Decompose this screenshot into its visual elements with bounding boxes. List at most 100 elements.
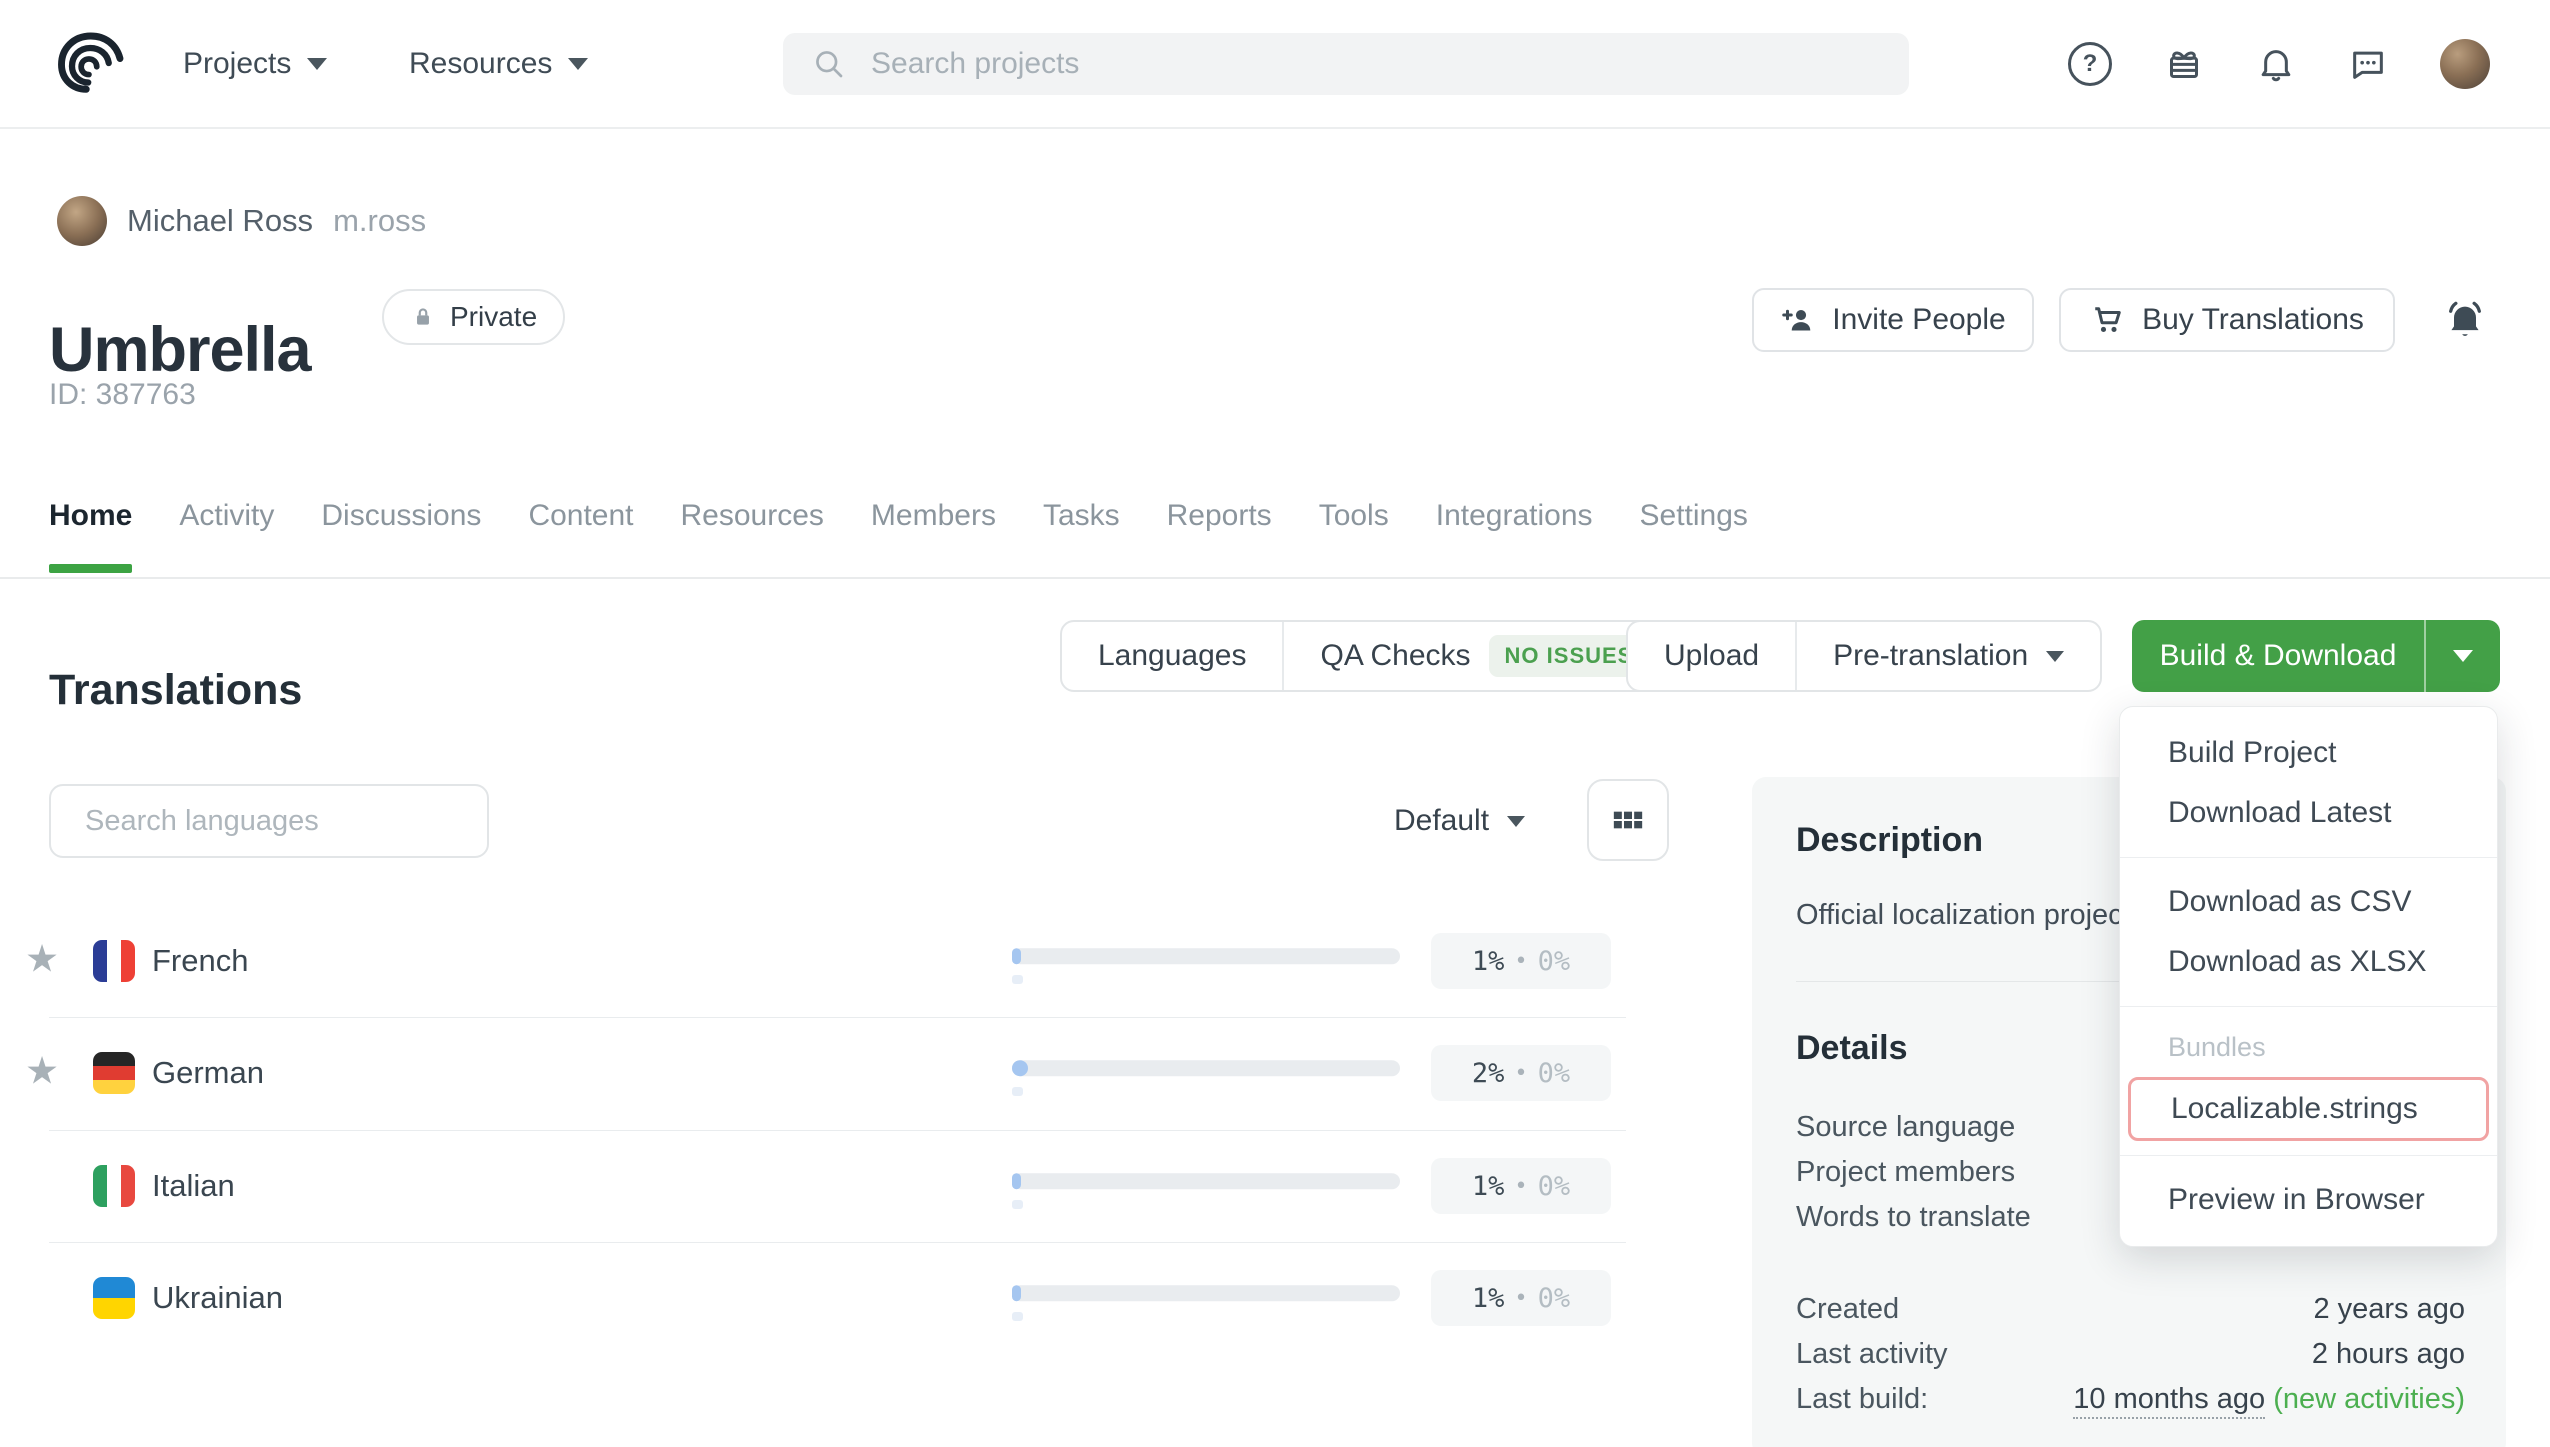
nav-resources-menu[interactable]: Resources bbox=[409, 0, 588, 127]
tab-content[interactable]: Content bbox=[528, 499, 633, 573]
nav-resources-label: Resources bbox=[409, 47, 552, 81]
tabs-divider bbox=[0, 577, 2550, 579]
menu-item-localizable-strings[interactable]: Localizable.strings bbox=[2131, 1080, 2486, 1138]
language-name[interactable]: Ukrainian bbox=[152, 1280, 283, 1316]
french-flag-icon bbox=[93, 940, 135, 982]
meta-label-created: Created bbox=[1796, 1293, 1899, 1326]
nav-icon-bar: ? bbox=[2068, 0, 2490, 127]
tab-members[interactable]: Members bbox=[871, 499, 996, 573]
tab-home[interactable]: Home bbox=[49, 499, 132, 573]
chevron-down-icon bbox=[2046, 651, 2064, 662]
search-input[interactable] bbox=[869, 46, 1773, 82]
gift-icon[interactable] bbox=[2164, 44, 2204, 84]
ukrainian-flag-icon bbox=[93, 1277, 135, 1319]
brand-logo-icon[interactable] bbox=[54, 27, 126, 99]
meta-value-created: 2 years ago bbox=[2313, 1293, 2465, 1326]
upload-button[interactable]: Upload bbox=[1628, 622, 1795, 690]
help-icon[interactable]: ? bbox=[2068, 42, 2112, 86]
language-search-input[interactable] bbox=[49, 784, 489, 858]
project-owner[interactable]: Michael Ross m.ross bbox=[57, 196, 426, 246]
detail-label-source-language: Source language bbox=[1796, 1111, 2015, 1144]
meta-value-last-activity: 2 hours ago bbox=[2312, 1338, 2465, 1371]
progress-badge: 1% • 0% bbox=[1431, 1158, 1611, 1214]
chevron-down-icon bbox=[2453, 650, 2473, 662]
tab-activity[interactable]: Activity bbox=[179, 499, 274, 573]
tab-reports[interactable]: Reports bbox=[1167, 499, 1272, 573]
view-toggle-button[interactable] bbox=[1587, 779, 1669, 861]
buy-translations-button[interactable]: Buy Translations bbox=[2059, 288, 2395, 352]
menu-item-download-xlsx[interactable]: Download as XLSX bbox=[2120, 932, 2497, 992]
build-download-menu: Build Project Download Latest Download a… bbox=[2119, 706, 2498, 1247]
tab-settings[interactable]: Settings bbox=[1640, 499, 1748, 573]
tab-tools[interactable]: Tools bbox=[1319, 499, 1389, 573]
star-icon[interactable]: ★ bbox=[25, 1049, 59, 1094]
tab-resources[interactable]: Resources bbox=[681, 499, 824, 573]
page-title: Umbrella bbox=[49, 314, 311, 386]
menu-item-download-latest[interactable]: Download Latest bbox=[2120, 783, 2497, 843]
project-id: ID: 387763 bbox=[49, 378, 196, 412]
details-title: Details bbox=[1796, 1029, 1908, 1068]
language-name[interactable]: German bbox=[152, 1055, 264, 1091]
tab-discussions[interactable]: Discussions bbox=[321, 499, 481, 573]
progress-bar bbox=[1012, 1060, 1400, 1076]
approved-progress-stub bbox=[1012, 1200, 1023, 1209]
language-name[interactable]: French bbox=[152, 943, 248, 979]
lock-icon bbox=[410, 304, 436, 330]
sort-selected-label: Default bbox=[1394, 804, 1489, 838]
detail-label-project-members: Project members bbox=[1796, 1156, 2015, 1189]
section-title: Translations bbox=[49, 666, 302, 715]
tab-tasks[interactable]: Tasks bbox=[1043, 499, 1120, 573]
progress-badge: 1% • 0% bbox=[1431, 1270, 1611, 1326]
star-icon[interactable]: ★ bbox=[25, 937, 59, 982]
app: Projects Resources ? bbox=[0, 0, 2550, 1447]
privacy-label: Private bbox=[450, 301, 537, 333]
menu-divider bbox=[2120, 1006, 2497, 1007]
nav-projects-menu[interactable]: Projects bbox=[183, 0, 327, 127]
meta-label-last-activity: Last activity bbox=[1796, 1338, 1948, 1371]
global-search[interactable] bbox=[783, 33, 1909, 95]
languages-label: Languages bbox=[1098, 639, 1246, 673]
languages-button[interactable]: Languages bbox=[1062, 622, 1282, 690]
owner-avatar[interactable] bbox=[57, 196, 107, 246]
menu-item-preview-in-browser[interactable]: Preview in Browser bbox=[2120, 1170, 2497, 1230]
build-and-download-label: Build & Download bbox=[2160, 639, 2397, 673]
qa-checks-button[interactable]: QA Checks NO ISSUES bbox=[1282, 622, 1685, 690]
chevron-down-icon bbox=[307, 58, 327, 70]
language-row-italian[interactable]: Italian 1% • 0% bbox=[0, 1130, 1630, 1242]
last-build-link[interactable]: 10 months ago bbox=[2073, 1383, 2265, 1419]
language-row-german[interactable]: ★ German 2% • 0% bbox=[0, 1017, 1630, 1129]
user-avatar[interactable] bbox=[2440, 39, 2490, 89]
build-and-download-button[interactable]: Build & Download bbox=[2132, 620, 2424, 692]
chevron-down-icon bbox=[568, 58, 588, 70]
notifications-bell-icon[interactable] bbox=[2256, 44, 2296, 84]
top-nav: Projects Resources ? bbox=[0, 0, 2550, 129]
upload-pretranslation-group: Upload Pre-translation bbox=[1626, 620, 2102, 692]
project-tabs: Home Activity Discussions Content Resour… bbox=[49, 499, 1748, 573]
approved-progress-stub bbox=[1012, 1087, 1023, 1096]
language-row-french[interactable]: ★ French 1% • 0% bbox=[0, 905, 1630, 1017]
pretranslation-label: Pre-translation bbox=[1833, 639, 2028, 673]
sort-dropdown[interactable]: Default bbox=[1394, 784, 1525, 858]
language-name[interactable]: Italian bbox=[152, 1168, 235, 1204]
progress-badge: 2% • 0% bbox=[1431, 1045, 1611, 1101]
menu-item-download-csv[interactable]: Download as CSV bbox=[2120, 872, 2497, 932]
language-row-ukrainian[interactable]: Ukrainian 1% • 0% bbox=[0, 1242, 1630, 1354]
messages-chat-icon[interactable] bbox=[2348, 44, 2388, 84]
watch-project-bell-icon[interactable] bbox=[2443, 298, 2487, 342]
nav-projects-label: Projects bbox=[183, 47, 291, 81]
buy-translations-label: Buy Translations bbox=[2142, 303, 2364, 337]
build-menu-toggle[interactable] bbox=[2424, 620, 2500, 692]
new-activities-link[interactable]: (new activities) bbox=[2273, 1383, 2465, 1415]
italian-flag-icon bbox=[93, 1165, 135, 1207]
menu-divider bbox=[2120, 857, 2497, 858]
build-and-download-split-button: Build & Download bbox=[2132, 620, 2500, 692]
invite-people-button[interactable]: Invite People bbox=[1752, 288, 2034, 352]
pretranslation-button[interactable]: Pre-translation bbox=[1795, 622, 2100, 690]
menu-item-build-project[interactable]: Build Project bbox=[2120, 723, 2497, 783]
detail-label-words-to-translate: Words to translate bbox=[1796, 1201, 2031, 1234]
progress-bar bbox=[1012, 948, 1400, 964]
grid-view-icon bbox=[1608, 800, 1648, 840]
chevron-down-icon bbox=[1507, 816, 1525, 827]
tab-integrations[interactable]: Integrations bbox=[1436, 499, 1593, 573]
meta-value-last-build: 10 months ago (new activities) bbox=[2073, 1383, 2465, 1416]
